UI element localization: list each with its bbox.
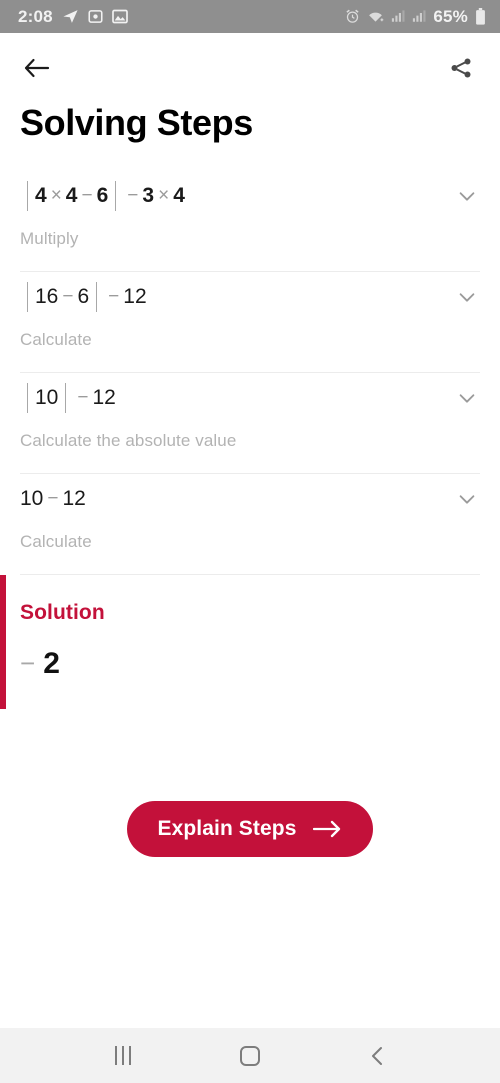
step-item[interactable]: 16 − 6 − 12 Calculate <box>0 272 500 372</box>
home-icon <box>239 1045 260 1066</box>
camera-icon <box>88 9 103 24</box>
share-icon <box>451 58 471 78</box>
app-bar <box>0 33 500 95</box>
step-expression: 16 − 6 − 12 <box>20 272 147 316</box>
solution-section: Solution − 2 <box>0 574 500 709</box>
step-label: Calculate the absolute value <box>20 430 237 450</box>
recents-icon <box>115 1046 132 1065</box>
chevron-down-icon <box>459 191 475 201</box>
back-arrow-icon <box>24 58 50 78</box>
alarm-icon <box>345 9 360 24</box>
solution-sign: − <box>20 648 36 679</box>
app-screen: 2:08 65% Solving Steps 4 × 4 − 6 − 3 × 4… <box>0 0 500 1083</box>
home-button[interactable] <box>227 1033 273 1079</box>
abs-bar <box>115 180 117 211</box>
expand-step-button[interactable] <box>456 272 480 313</box>
step-item[interactable]: 4 × 4 − 6 − 3 × 4 Multiply <box>0 171 500 271</box>
recents-button[interactable] <box>100 1033 146 1079</box>
abs-bar <box>27 281 28 312</box>
chevron-down-icon <box>459 292 475 302</box>
battery-icon <box>475 8 486 25</box>
chevron-down-icon <box>459 494 475 504</box>
step-row: 16 − 6 − 12 <box>20 272 480 316</box>
status-bar-right: 65% <box>345 7 486 27</box>
solution-number: 2 <box>43 646 60 680</box>
page-title: Solving Steps <box>20 102 253 143</box>
step-row: 10 − 12 <box>20 474 480 518</box>
signal-icon-2 <box>412 10 426 23</box>
step-item[interactable]: 10 − 12 Calculate the absolute value <box>0 373 500 473</box>
steps-list: 4 × 4 − 6 − 3 × 4 Multiply 16 − 6 − 12 C… <box>0 171 500 575</box>
telegram-icon <box>62 8 79 25</box>
step-label: Calculate <box>20 531 92 551</box>
signal-icon-1 <box>391 10 405 23</box>
expand-step-button[interactable] <box>456 373 480 414</box>
system-back-button[interactable] <box>354 1033 400 1079</box>
status-bar: 2:08 65% <box>0 0 500 33</box>
back-button[interactable] <box>20 51 54 85</box>
solution-accent-bar <box>0 574 6 709</box>
chevron-down-icon <box>459 393 475 403</box>
step-row: 4 × 4 − 6 − 3 × 4 <box>20 171 480 215</box>
wifi-icon <box>367 10 384 24</box>
back-icon <box>371 1046 382 1065</box>
step-item[interactable]: 10 − 12 Calculate <box>0 474 500 574</box>
abs-bar <box>27 180 28 211</box>
cta-area: Explain Steps <box>0 681 500 1028</box>
step-row: 10 − 12 <box>20 373 480 417</box>
battery-percent: 65% <box>433 6 468 26</box>
solution-value: − 2 <box>20 647 480 681</box>
abs-bar <box>96 281 98 312</box>
abs-bar <box>65 382 67 413</box>
arrow-right-icon <box>312 820 340 837</box>
explain-steps-label: Explain Steps <box>157 816 297 840</box>
step-expression: 10 − 12 <box>20 486 86 510</box>
abs-bar <box>27 382 28 413</box>
expand-step-button[interactable] <box>456 474 480 515</box>
solution-title: Solution <box>20 600 105 624</box>
status-bar-left: 2:08 <box>18 7 128 27</box>
step-expression: 10 − 12 <box>20 373 116 417</box>
status-time: 2:08 <box>18 6 53 26</box>
step-label: Calculate <box>20 329 92 349</box>
photo-icon <box>111 9 128 24</box>
system-nav-bar <box>0 1028 500 1083</box>
explain-steps-button[interactable]: Explain Steps <box>127 800 373 857</box>
expand-step-button[interactable] <box>456 171 480 212</box>
step-label: Multiply <box>20 228 79 248</box>
share-button[interactable] <box>444 51 478 85</box>
step-expression: 4 × 4 − 6 − 3 × 4 <box>20 171 185 215</box>
